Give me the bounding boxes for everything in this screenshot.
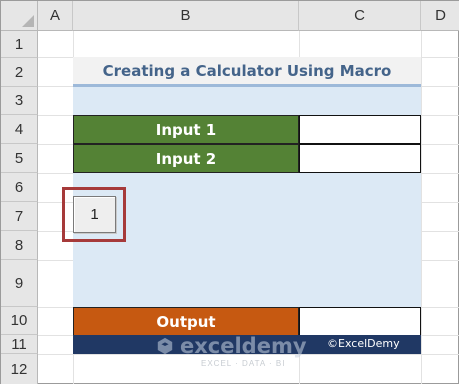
row-header-6[interactable]: 6 [1,173,38,202]
button-highlight-frame: 1 [62,187,126,242]
row-header-1[interactable]: 1 [1,31,38,58]
input-1-cell[interactable] [299,115,421,144]
page-title[interactable]: Creating a Calculator Using Macro [73,57,421,87]
copyright-text: ©ExcelDemy [327,337,400,350]
column-header-d[interactable]: D [421,1,459,31]
column-header-c[interactable]: C [299,1,421,31]
row-header-4[interactable]: 4 [1,115,38,144]
row-header-11[interactable]: 11 [1,335,38,354]
column-header-b[interactable]: B [73,1,299,31]
spreadsheet-grid: A B C D 1 2 3 4 5 6 7 8 9 10 11 12 Creat… [0,0,459,384]
input-2-label[interactable]: Input 2 [73,144,299,173]
select-all-icon [22,15,34,27]
watermark-name: exceldemy [180,334,307,358]
row-header-3[interactable]: 3 [1,87,38,115]
gridline [421,31,422,384]
watermark-tagline: EXCEL · DATA · BI [201,359,286,368]
row-header-9[interactable]: 9 [1,260,38,307]
exceldemy-watermark: exceldemy EXCEL · DATA · BI [156,334,307,368]
row-header-5[interactable]: 5 [1,144,38,173]
output-cell[interactable] [299,307,421,336]
row-header-2[interactable]: 2 [1,58,38,87]
exceldemy-logo-icon [157,337,173,355]
row-header-8[interactable]: 8 [1,231,38,260]
input-2-cell[interactable] [299,144,421,173]
select-all-corner[interactable] [1,1,38,31]
column-header-a[interactable]: A [38,1,73,31]
row-header-12[interactable]: 12 [1,354,38,384]
input-1-label[interactable]: Input 1 [73,115,299,144]
output-label[interactable]: Output [73,307,299,336]
row-header-7[interactable]: 7 [1,202,38,231]
row-header-10[interactable]: 10 [1,307,38,335]
macro-button[interactable]: 1 [73,196,116,233]
